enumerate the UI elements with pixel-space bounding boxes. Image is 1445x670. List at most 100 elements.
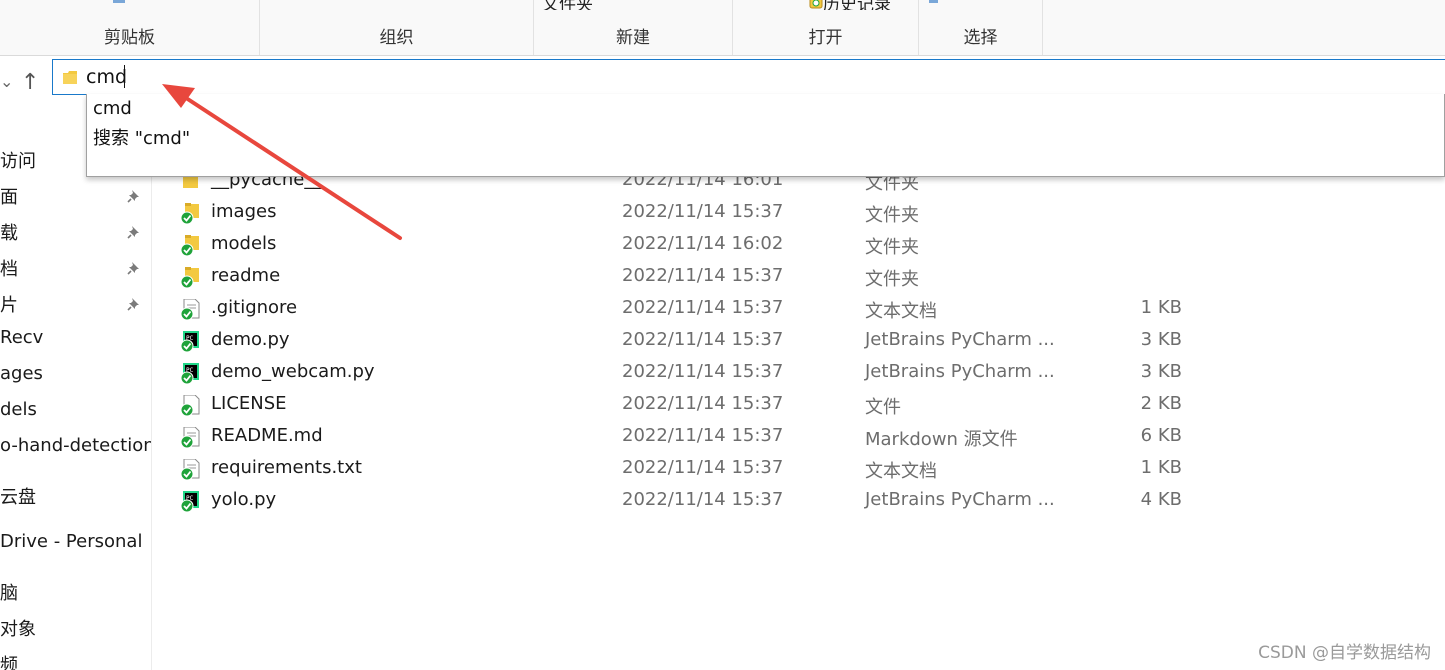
file-name: images xyxy=(211,201,277,222)
file-name: demo_webcam.py xyxy=(211,361,375,382)
ribbon-group-clipboard: 剪贴板 xyxy=(0,0,260,55)
file-row[interactable]: requirements.txt 2022/11/14 15:37 文本文档 1 KB xyxy=(152,453,1445,485)
file-name: requirements.txt xyxy=(211,457,362,478)
file-row[interactable]: PC yolo.py 2022/11/14 15:37 JetBrains PyCha… xyxy=(152,485,1445,517)
file-name: readme xyxy=(211,265,281,286)
sidebar-item[interactable]: Drive - Personal xyxy=(0,531,142,552)
file-row[interactable]: .gitignore 2022/11/14 15:37 文本文档 1 KB xyxy=(152,293,1445,325)
ribbon-button-stub[interactable] xyxy=(929,0,938,3)
sidebar-item[interactable]: 片 xyxy=(0,291,18,317)
ribbon-group-organize: 组织 xyxy=(260,0,534,55)
file-size: 1 KB xyxy=(1140,297,1182,318)
file-type: 文件夹 xyxy=(865,205,919,226)
pin-icon xyxy=(127,226,139,239)
sidebar-item[interactable]: 档 xyxy=(0,255,18,281)
pycharm-file-synced-icon: PC xyxy=(180,491,199,513)
address-input[interactable] xyxy=(86,64,686,90)
file-row[interactable]: PC demo_webcam.py 2022/11/14 15:37 JetBrain… xyxy=(152,357,1445,389)
file-row[interactable]: readme 2022/11/14 15:37 文件夹 xyxy=(152,261,1445,293)
file-size: 1 KB xyxy=(1140,457,1182,478)
sidebar-item[interactable]: 脑 xyxy=(0,579,18,605)
new-folder-button[interactable]: 文件夹 xyxy=(542,0,593,10)
file-row[interactable]: images 2022/11/14 15:37 文件夹 xyxy=(152,197,1445,229)
file-type: 文件 xyxy=(865,397,901,418)
file-size: 6 KB xyxy=(1140,425,1182,446)
file-name: LICENSE xyxy=(211,393,287,414)
file-name: yolo.py xyxy=(211,489,277,510)
file-date-modified: 2022/11/14 15:37 xyxy=(622,425,784,446)
folder-synced-icon xyxy=(180,235,199,257)
sidebar-item[interactable]: o-hand-detection xyxy=(0,435,151,456)
file-type: 文件夹 xyxy=(865,269,919,290)
file-date-modified: 2022/11/14 15:37 xyxy=(622,393,784,414)
file-date-modified: 2022/11/14 15:37 xyxy=(622,489,784,510)
file-row[interactable]: PC demo.py 2022/11/14 15:37 JetBrains PyCha… xyxy=(152,325,1445,357)
sidebar-item[interactable]: 载 xyxy=(0,219,18,245)
text-caret xyxy=(124,65,125,88)
ribbon-group-open: 历史记录 打开 xyxy=(733,0,919,55)
file-size: 3 KB xyxy=(1140,361,1182,382)
sidebar-item[interactable]: 访问 xyxy=(0,147,36,173)
file-type: Markdown 源文件 xyxy=(865,429,1018,450)
ribbon: 剪贴板 组织 文件夹 新建 历史记录 打开 选择 xyxy=(0,0,1445,56)
suggestion-item-search[interactable]: 搜索 "cmd" xyxy=(93,124,190,150)
file-date-modified: 2022/11/14 15:37 xyxy=(622,297,784,318)
file-date-modified: 2022/11/14 15:37 xyxy=(622,457,784,478)
file-row[interactable]: LICENSE 2022/11/14 15:37 文件 2 KB xyxy=(152,389,1445,421)
ribbon-button-stub[interactable] xyxy=(113,0,125,3)
file-type: 文本文档 xyxy=(865,301,937,322)
file-date-modified: 2022/11/14 15:37 xyxy=(622,329,784,350)
file-type: JetBrains PyCharm ... xyxy=(865,361,1055,382)
pin-icon xyxy=(127,262,139,275)
ribbon-group-select: 选择 xyxy=(919,0,1043,55)
folder-synced-icon xyxy=(180,203,199,225)
sidebar-item[interactable]: 面 xyxy=(0,183,18,209)
watermark: CSDN @自学数据结构 xyxy=(1258,643,1431,663)
text-file-synced-icon xyxy=(180,299,200,321)
file-type: JetBrains PyCharm ... xyxy=(865,489,1055,510)
file-type: 文本文档 xyxy=(865,461,937,482)
history-button[interactable]: 历史记录 xyxy=(809,0,891,10)
up-arrow-icon[interactable]: ↑ xyxy=(21,70,39,95)
ribbon-group-label: 选择 xyxy=(963,28,998,48)
file-date-modified: 2022/11/14 15:37 xyxy=(622,265,784,286)
file-name: demo.py xyxy=(211,329,290,350)
text-file-synced-icon xyxy=(180,427,200,449)
sidebar-item[interactable]: 频 xyxy=(0,651,18,670)
history-button-label: 历史记录 xyxy=(823,0,891,10)
file-row[interactable]: README.md 2022/11/14 15:37 Markdown 源文件 6 K… xyxy=(152,421,1445,453)
pycharm-file-synced-icon: PC xyxy=(180,363,199,385)
sidebar-item[interactable]: dels xyxy=(0,399,37,420)
sidebar-item[interactable]: 云盘 xyxy=(0,483,36,509)
sidebar-item[interactable]: 对象 xyxy=(0,615,36,641)
sidebar-item[interactable]: ages xyxy=(0,363,43,384)
address-suggestions-dropdown: cmd 搜索 "cmd" xyxy=(86,94,1445,177)
file-row[interactable]: models 2022/11/14 16:02 文件夹 xyxy=(152,229,1445,261)
file-name: models xyxy=(211,233,277,254)
file-size: 3 KB xyxy=(1140,329,1182,350)
sidebar-item[interactable]: Recv xyxy=(0,327,43,348)
file-date-modified: 2022/11/14 16:02 xyxy=(622,233,784,254)
folder-synced-icon xyxy=(180,267,199,289)
file-synced-icon xyxy=(180,395,200,417)
pin-icon xyxy=(127,298,139,311)
file-type: 文件夹 xyxy=(865,237,919,258)
pin-icon xyxy=(127,190,139,203)
file-size: 4 KB xyxy=(1140,489,1182,510)
ribbon-group-label: 打开 xyxy=(808,28,843,48)
file-date-modified: 2022/11/14 15:37 xyxy=(622,201,784,222)
text-file-synced-icon xyxy=(180,459,200,481)
ribbon-group-label: 组织 xyxy=(379,28,414,48)
address-bar[interactable] xyxy=(52,59,1445,95)
recent-locations-chevron-icon[interactable]: ⌄ xyxy=(0,72,13,91)
history-icon xyxy=(809,0,823,9)
ribbon-group-label: 剪贴板 xyxy=(104,28,155,48)
ribbon-group-label: 新建 xyxy=(616,28,650,48)
ribbon-group-new: 文件夹 新建 xyxy=(534,0,733,55)
file-date-modified: 2022/11/14 15:37 xyxy=(622,361,784,382)
suggestion-item[interactable]: cmd xyxy=(93,98,132,119)
navigation-pane: 访问面载档片 Recv ages dels o-hand-detection 云盘 Driv… xyxy=(0,96,152,670)
file-name: .gitignore xyxy=(211,297,298,318)
pycharm-file-synced-icon: PC xyxy=(180,331,199,353)
file-type: JetBrains PyCharm ... xyxy=(865,329,1055,350)
